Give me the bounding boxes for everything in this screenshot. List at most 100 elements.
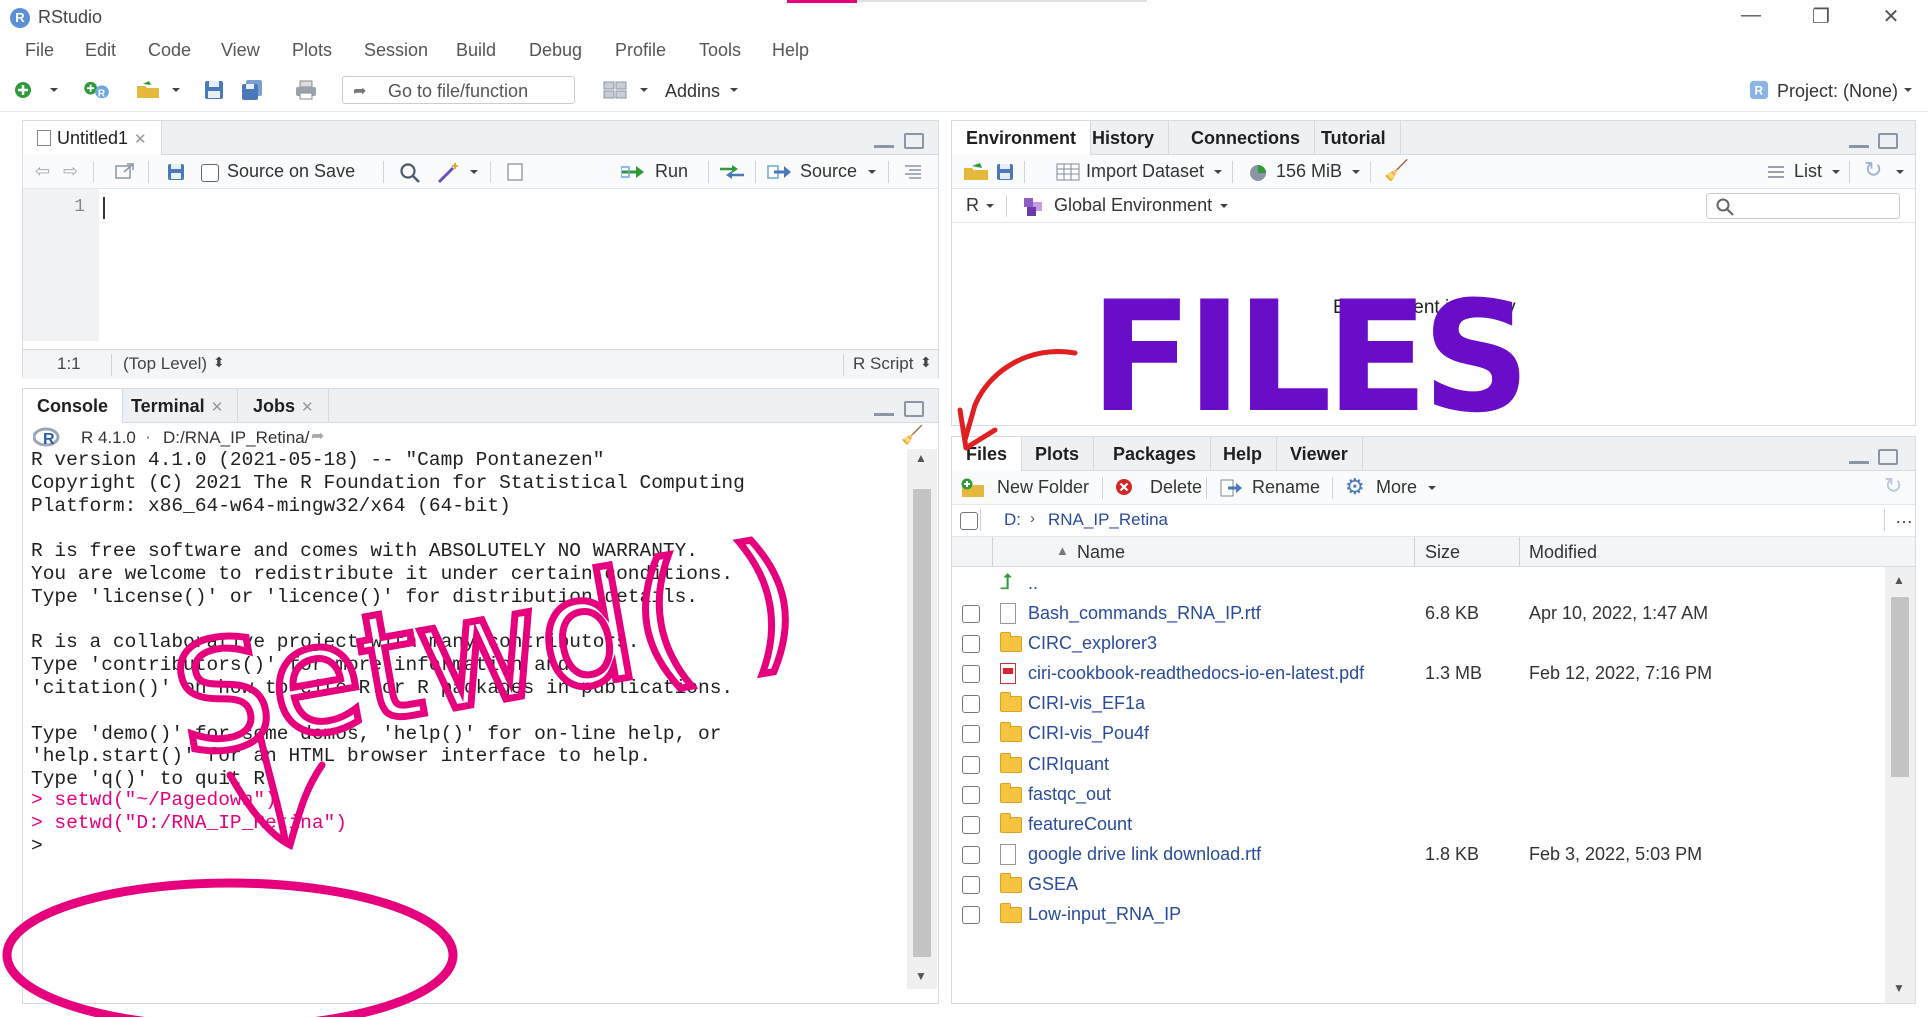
- goto-file-input[interactable]: ➦ Go to file/function: [342, 76, 575, 104]
- file-checkbox[interactable]: [962, 665, 980, 684]
- source-on-save-checkbox[interactable]: [201, 164, 219, 182]
- file-row[interactable]: CIRC_explorer3: [952, 629, 1885, 659]
- file-row[interactable]: CIRI-vis_Pou4f: [952, 719, 1885, 749]
- minimize-pane-icon[interactable]: [874, 411, 894, 416]
- rename-button[interactable]: Rename: [1252, 477, 1320, 498]
- new-folder-button[interactable]: New Folder: [997, 477, 1089, 498]
- back-arrow-icon[interactable]: ⇦: [35, 161, 50, 182]
- close-button[interactable]: ✕: [1871, 4, 1911, 29]
- breadcrumb-root[interactable]: D:: [1004, 510, 1021, 530]
- file-row[interactable]: ciri-cookbook-readthedocs-io-en-latest.p…: [952, 659, 1885, 689]
- print-icon[interactable]: [295, 80, 317, 100]
- minimize-pane-icon[interactable]: [1849, 459, 1869, 464]
- language-selector[interactable]: R: [966, 195, 979, 216]
- minimize-pane-icon[interactable]: [1849, 143, 1869, 148]
- menu-build[interactable]: Build: [456, 40, 496, 61]
- close-tab-icon[interactable]: ✕: [134, 131, 147, 148]
- chevron-down-icon[interactable]: [984, 197, 996, 215]
- menu-plots[interactable]: Plots: [292, 40, 332, 61]
- maximize-pane-icon[interactable]: [904, 133, 924, 149]
- chevron-down-icon[interactable]: [468, 163, 480, 181]
- tab-history[interactable]: History: [1078, 121, 1170, 155]
- tab-jobs[interactable]: Jobs ✕: [239, 389, 329, 423]
- menu-code[interactable]: Code: [148, 40, 191, 61]
- tab-untitled1[interactable]: Untitled1 ✕: [23, 121, 162, 155]
- chevron-down-icon[interactable]: [866, 163, 878, 181]
- menu-view[interactable]: View: [221, 40, 260, 61]
- file-checkbox[interactable]: [962, 635, 980, 654]
- rerun-icon[interactable]: [718, 164, 746, 180]
- file-name-link[interactable]: CIRC_explorer3: [1028, 633, 1157, 654]
- refresh-icon[interactable]: ↻: [1864, 157, 1882, 183]
- more-options-icon[interactable]: …: [1895, 507, 1913, 528]
- scroll-down-icon[interactable]: ▼: [915, 969, 927, 983]
- file-name-link[interactable]: featureCount: [1028, 814, 1132, 835]
- outline-icon[interactable]: [903, 164, 923, 180]
- chevron-down-icon[interactable]: [1426, 479, 1438, 497]
- goto-directory-icon[interactable]: ➦: [311, 426, 324, 446]
- file-row[interactable]: Low-input_RNA_IP: [952, 900, 1885, 930]
- file-name-link[interactable]: google drive link download.rtf: [1028, 844, 1261, 865]
- file-name-link[interactable]: Bash_commands_RNA_IP.rtf: [1028, 603, 1261, 624]
- file-row[interactable]: Bash_commands_RNA_IP.rtf 6.8 KB Apr 10, 20…: [952, 599, 1885, 629]
- maximize-pane-icon[interactable]: [1878, 133, 1898, 149]
- file-row[interactable]: GSEA: [952, 870, 1885, 900]
- file-name-link[interactable]: CIRIquant: [1028, 754, 1109, 775]
- import-dataset-button[interactable]: Import Dataset: [1086, 161, 1204, 182]
- chevron-down-icon[interactable]: [48, 80, 60, 100]
- file-checkbox[interactable]: [962, 845, 980, 864]
- chevron-down-icon[interactable]: [728, 80, 740, 100]
- chevron-down-icon[interactable]: [170, 80, 182, 100]
- scroll-up-icon[interactable]: ▲: [1893, 573, 1905, 587]
- chevron-down-icon[interactable]: [1830, 163, 1842, 181]
- file-name-link[interactable]: fastqc_out: [1028, 784, 1111, 805]
- tab-connections[interactable]: Connections: [1177, 121, 1316, 155]
- file-name-link[interactable]: CIRI-vis_EF1a: [1028, 693, 1145, 714]
- source-arrow-icon[interactable]: [767, 164, 793, 180]
- tab-tutorial[interactable]: Tutorial: [1307, 121, 1401, 155]
- maximize-pane-icon[interactable]: [904, 401, 924, 417]
- files-scrollbar[interactable]: ▲ ▼: [1885, 567, 1915, 1003]
- parent-directory-link[interactable]: ..: [1028, 573, 1038, 594]
- save-icon[interactable]: [167, 163, 185, 181]
- tab-files[interactable]: Files: [952, 437, 1023, 471]
- menu-edit[interactable]: Edit: [85, 40, 116, 61]
- menu-tools[interactable]: Tools: [699, 40, 741, 61]
- broom-icon[interactable]: 🧹: [1384, 158, 1409, 183]
- tab-terminal[interactable]: Terminal ✕: [117, 389, 239, 423]
- tab-plots[interactable]: Plots: [1021, 437, 1095, 471]
- file-checkbox[interactable]: [962, 815, 980, 834]
- file-row[interactable]: featureCount: [952, 810, 1885, 840]
- minimize-button[interactable]: —: [1731, 4, 1771, 27]
- column-size[interactable]: Size: [1425, 542, 1460, 563]
- file-row[interactable]: google drive link download.rtf 1.8 KB Feb …: [952, 840, 1885, 870]
- chevron-down-icon[interactable]: [1894, 163, 1906, 181]
- project-menu[interactable]: Project: (None): [1777, 81, 1898, 102]
- close-tab-icon[interactable]: ✕: [301, 399, 314, 416]
- env-search-input[interactable]: [1706, 193, 1900, 219]
- chevron-down-icon[interactable]: [638, 80, 650, 100]
- delete-button[interactable]: Delete: [1150, 477, 1202, 498]
- file-checkbox[interactable]: [962, 725, 980, 744]
- scope-selector[interactable]: (Top Level): [123, 354, 207, 374]
- compile-report-icon[interactable]: [506, 163, 524, 181]
- view-mode-selector[interactable]: List: [1794, 161, 1822, 182]
- chevron-down-icon[interactable]: [1218, 197, 1230, 215]
- file-row[interactable]: fastqc_out: [952, 780, 1885, 810]
- show-in-window-icon[interactable]: [115, 163, 135, 181]
- column-modified[interactable]: Modified: [1529, 542, 1597, 563]
- breadcrumb-folder[interactable]: RNA_IP_Retina: [1048, 510, 1168, 530]
- load-workspace-icon[interactable]: [962, 162, 992, 182]
- new-project-icon[interactable]: R: [82, 80, 112, 100]
- file-name-link[interactable]: ciri-cookbook-readthedocs-io-en-latest.p…: [1028, 663, 1364, 684]
- tab-packages[interactable]: Packages: [1099, 437, 1212, 471]
- save-all-icon[interactable]: [241, 80, 263, 100]
- memory-usage[interactable]: 156 MiB: [1276, 161, 1342, 182]
- forward-arrow-icon[interactable]: ⇨: [63, 161, 78, 182]
- menu-profile[interactable]: Profile: [615, 40, 666, 61]
- console-scrollbar[interactable]: ▲ ▼: [907, 449, 937, 989]
- select-all-checkbox[interactable]: [960, 512, 978, 530]
- scroll-thumb[interactable]: [913, 489, 931, 957]
- open-file-icon[interactable]: [135, 80, 163, 100]
- tab-environment[interactable]: Environment: [952, 121, 1092, 155]
